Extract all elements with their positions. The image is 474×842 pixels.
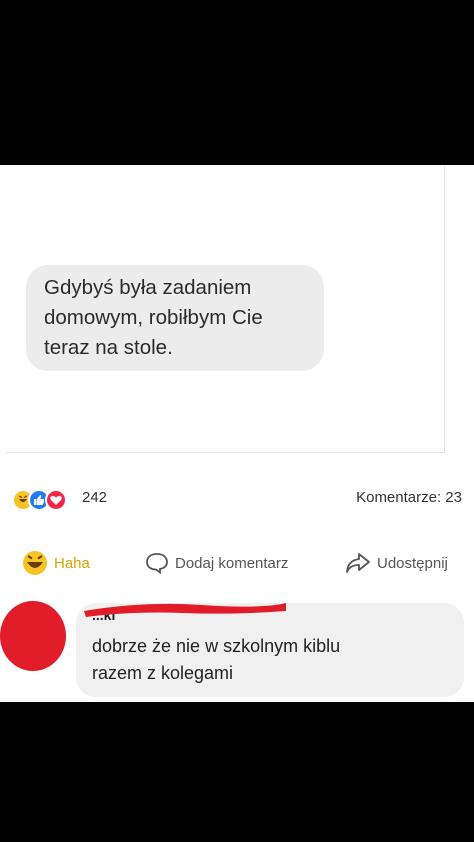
post-actions: Haha Dodaj komentarz Udostępnij: [0, 543, 474, 583]
post-image: Gdybyś była zadaniem domowym, robiłbym C…: [6, 165, 445, 453]
haha-button[interactable]: Haha: [22, 543, 90, 583]
haha-emoji-icon: [22, 550, 48, 576]
message-line-3: teraz na stole.: [44, 336, 173, 359]
comment-row: ...ki dobrze że nie w szkolnym kiblu raz…: [0, 597, 474, 707]
name-redaction-scribble: [84, 603, 286, 617]
add-comment-label: Dodaj komentarz: [175, 554, 289, 572]
comment-text: dobrze że nie w szkolnym kiblu razem z k…: [92, 633, 340, 687]
comment-line-2: razem z kolegami: [92, 663, 234, 683]
facebook-post-screen: Gdybyś była zadaniem domowym, robiłbym C…: [0, 165, 474, 702]
comment-line-1: dobrze że nie w szkolnym kiblu: [92, 636, 341, 656]
message-line-1: Gdybyś była zadaniem: [44, 276, 252, 299]
message-bubble: Gdybyś była zadaniem domowym, robiłbym C…: [26, 265, 324, 371]
add-comment-button[interactable]: Dodaj komentarz: [145, 543, 288, 583]
share-label: Udostępnij: [377, 554, 448, 572]
comments-count[interactable]: Komentarze: 23: [356, 489, 462, 506]
comment-bubble: ...ki dobrze że nie w szkolnym kiblu raz…: [76, 603, 464, 697]
reaction-icons[interactable]: [12, 489, 78, 511]
commenter-avatar-redacted[interactable]: [0, 601, 66, 671]
message-line-2: domowym, robiłbym Cie: [44, 306, 263, 329]
share-arrow-icon: [345, 552, 371, 574]
share-button[interactable]: Udostępnij: [345, 543, 448, 583]
love-reaction-icon: [45, 489, 67, 511]
post-stats: 242 Komentarze: 23: [0, 480, 474, 516]
reactions-count[interactable]: 242: [82, 489, 107, 506]
haha-label: Haha: [54, 554, 90, 572]
comment-icon: [145, 552, 169, 574]
